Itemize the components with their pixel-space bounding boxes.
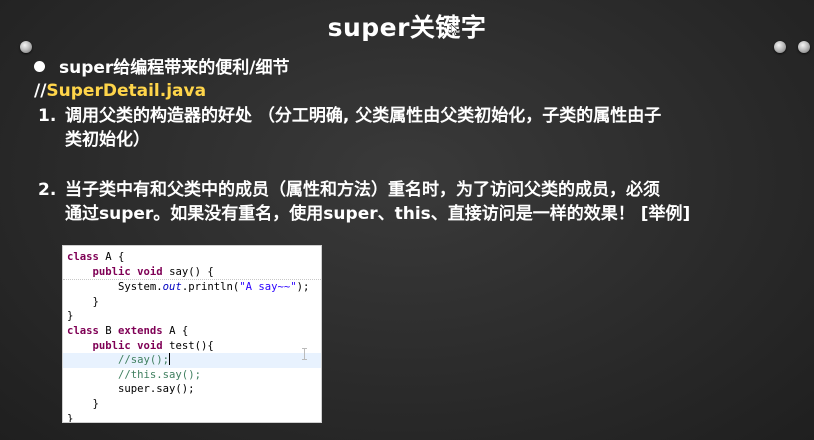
bullet-dot-icon: [34, 61, 45, 72]
slide-title: super关键字: [327, 13, 487, 42]
text-cursor-icon: [302, 348, 308, 360]
file-name: SuperDetail.java: [46, 81, 207, 101]
file-prefix: //: [34, 81, 47, 101]
code-line-4: }: [67, 295, 99, 308]
point-2-number: 2.: [38, 180, 57, 200]
code-line-12: }: [67, 412, 74, 423]
point-2-text: 当子类中有和父类中的成员（属性和方法）重名时，为了访问父类的成员，必须 通过su…: [65, 178, 690, 226]
code-line-11: }: [67, 397, 99, 410]
point-2-line-2: 通过super。如果没有重名，使用super、this、直接访问是一样的效果！ …: [65, 204, 691, 224]
code-line-6: class B extends A {: [67, 324, 189, 337]
code-example: class A { public void say() { System.out…: [62, 245, 322, 423]
point-2-line-1: 当子类中有和父类中的成员（属性和方法）重名时，为了访问父类的成员，必须: [65, 180, 660, 200]
code-line-9: //this.say();: [118, 368, 201, 381]
point-1-line-2: 类初始化）: [65, 130, 150, 150]
code-line-5: }: [67, 310, 74, 323]
point-1-number: 1.: [38, 106, 57, 126]
code-line-1: class A {: [67, 251, 125, 263]
point-1-text: 调用父类的构造器的好处 （分工明确, 父类属性由父类初始化，子类的属性由子 类初…: [65, 104, 661, 152]
bullet-text: super给编程带来的便利/细节: [59, 58, 290, 78]
code-line-7: public void test(){: [92, 339, 214, 352]
text-caret: [169, 353, 171, 366]
file-reference: //SuperDetail.java: [34, 79, 206, 103]
mouse-pointer-icon: [451, 24, 459, 36]
code-line-3: System.out.println("A say~~");: [67, 281, 310, 294]
bullet-line: super给编程带来的便利/细节: [34, 56, 290, 80]
point-1-line-1: 调用父类的构造器的好处 （分工明确, 父类属性由父类初始化，子类的属性由子: [65, 106, 662, 126]
code-line-8-current[interactable]: //say();: [63, 353, 321, 368]
code-line-2: public void say() {: [63, 265, 321, 281]
code-line-10: super.say();: [67, 383, 195, 396]
